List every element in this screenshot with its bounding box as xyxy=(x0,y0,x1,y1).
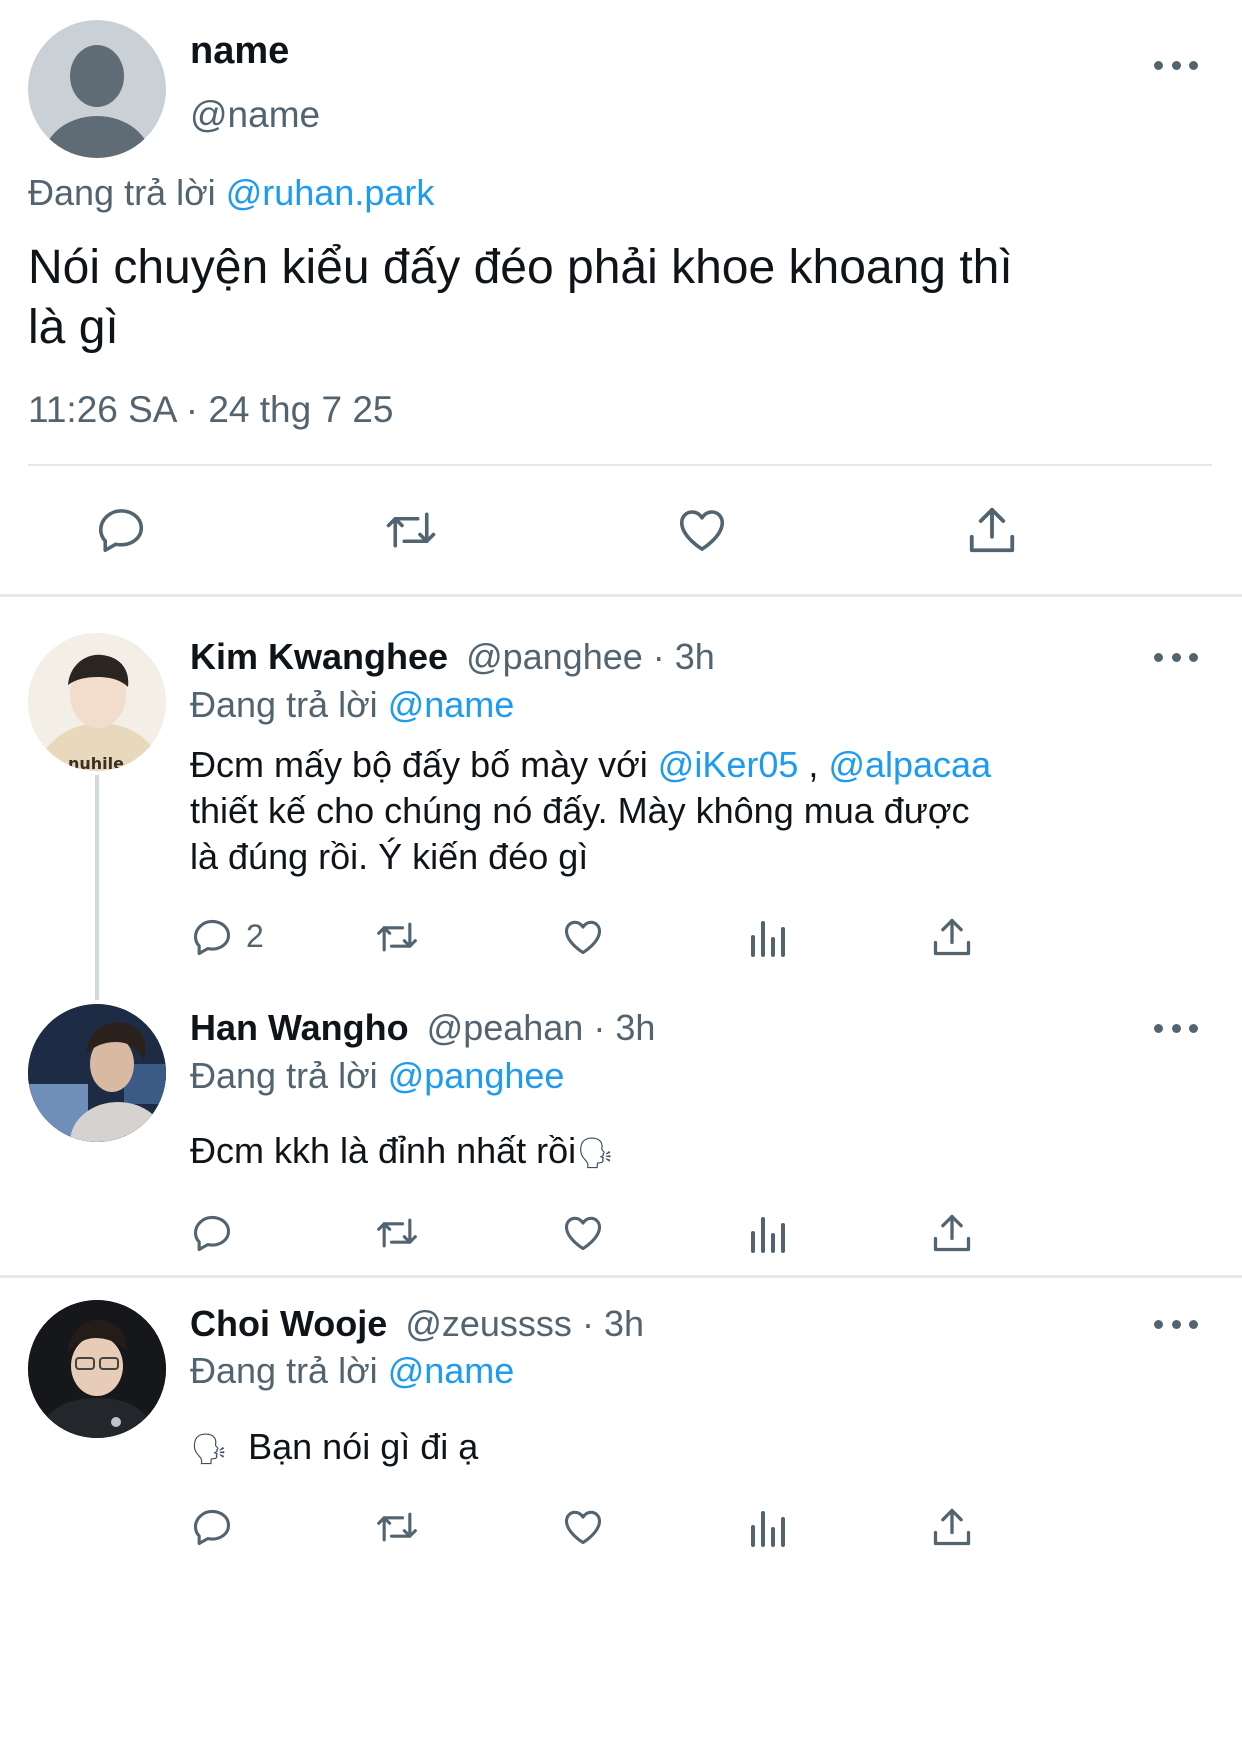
reply-count: 2 xyxy=(246,918,264,954)
tweet-text-line1: Nói chuyện kiểu đấy đéo phải khoe khoang… xyxy=(28,241,1013,294)
section-divider xyxy=(0,594,1242,597)
divider xyxy=(28,464,1212,466)
speaking-head-emoji: 🗣 xyxy=(190,1433,229,1466)
handle[interactable]: @zeussss xyxy=(405,1303,572,1344)
reply-text: Đcm kkh là đỉnh nhất rồi🗣 xyxy=(190,1130,614,1172)
handle[interactable]: @peahan xyxy=(427,1007,584,1048)
like-icon[interactable] xyxy=(560,1211,606,1255)
handle[interactable]: @name xyxy=(190,94,320,136)
avatar-default[interactable] xyxy=(28,20,166,158)
share-icon[interactable] xyxy=(930,1505,974,1549)
reply-text-line2: thiết kế cho chúng nó đấy. Mày không mua… xyxy=(190,790,970,831)
reply-to-mention[interactable]: @ruhan.park xyxy=(226,172,435,213)
reply-icon[interactable] xyxy=(190,1505,234,1549)
reply-prefix: Đang trả lời xyxy=(190,1055,378,1096)
reply-context: Đang trả lời @name xyxy=(190,1350,514,1392)
reply-text-line1: Đcm mấy bộ đấy bố mày với @iKer05 , @alp… xyxy=(190,744,991,786)
mention[interactable]: @alpacaa xyxy=(828,744,991,785)
time-ago[interactable]: · 3h xyxy=(653,636,715,677)
share-icon[interactable] xyxy=(930,915,974,959)
reply-icon[interactable] xyxy=(190,1211,234,1255)
reply-text-line3: là đúng rồi. Ý kiến đéo gì xyxy=(190,836,589,877)
reply-header: Han Wangho @peahan · 3h xyxy=(190,1007,655,1049)
reply-header: Kim Kwanghee @panghee · 3h xyxy=(190,636,715,678)
views-icon[interactable] xyxy=(747,915,787,959)
reply-prefix: Đang trả lời xyxy=(28,172,216,213)
display-name[interactable]: name xyxy=(190,30,289,73)
more-options-icon[interactable] xyxy=(1154,650,1198,664)
text-segment: Bạn nói gì đi ạ xyxy=(248,1426,479,1467)
reply-to-mention[interactable]: @name xyxy=(388,1350,515,1391)
timestamp[interactable]: 11:26 SA · 24 thg 7 25 xyxy=(28,389,393,431)
reply-to-mention[interactable]: @panghee xyxy=(388,1055,565,1096)
retweet-icon[interactable] xyxy=(372,915,422,959)
retweet-icon[interactable] xyxy=(381,503,441,557)
separator: , xyxy=(808,744,819,785)
share-icon[interactable] xyxy=(930,1211,974,1255)
reply-text: 🗣 Bạn nói gì đi ạ xyxy=(190,1426,478,1468)
reply-context: Đang trả lời @panghee xyxy=(190,1055,564,1097)
reply-prefix: Đang trả lời xyxy=(190,1350,378,1391)
time-ago[interactable]: · 3h xyxy=(593,1007,655,1048)
text-segment: Đcm mấy bộ đấy bố mày với xyxy=(190,744,648,785)
like-icon[interactable] xyxy=(560,915,606,959)
avatar[interactable]: nuhile xyxy=(28,633,166,771)
text-segment: Đcm kkh là đỉnh nhất rồi xyxy=(190,1130,577,1171)
time-ago[interactable]: · 3h xyxy=(582,1303,644,1344)
svg-text:nuhile: nuhile xyxy=(68,754,124,771)
tweet-text-line2: là gì xyxy=(28,301,119,354)
views-icon[interactable] xyxy=(747,1211,787,1255)
reply-to-mention[interactable]: @name xyxy=(388,684,515,725)
more-options-icon[interactable] xyxy=(1154,58,1198,72)
more-options-icon[interactable] xyxy=(1154,1317,1198,1331)
reply-header: Choi Wooje @zeussss · 3h xyxy=(190,1303,644,1345)
more-options-icon[interactable] xyxy=(1154,1021,1198,1035)
default-avatar-icon xyxy=(43,45,151,158)
thread-line xyxy=(95,775,99,1000)
like-icon[interactable] xyxy=(674,503,730,557)
display-name[interactable]: Kim Kwanghee xyxy=(190,636,448,677)
speaking-head-emoji: 🗣 xyxy=(576,1137,615,1170)
retweet-icon[interactable] xyxy=(372,1211,422,1255)
section-divider xyxy=(0,1275,1242,1278)
like-icon[interactable] xyxy=(560,1505,606,1549)
avatar[interactable] xyxy=(28,1300,166,1438)
handle[interactable]: @panghee xyxy=(466,636,643,677)
mention[interactable]: @iKer05 xyxy=(658,744,799,785)
reply-icon[interactable] xyxy=(190,915,234,959)
reply-context: Đang trả lời @ruhan.park xyxy=(28,172,434,214)
views-icon[interactable] xyxy=(747,1505,787,1549)
display-name[interactable]: Han Wangho xyxy=(190,1007,409,1048)
avatar[interactable] xyxy=(28,1004,166,1142)
reply-context: Đang trả lời @name xyxy=(190,684,514,726)
retweet-icon[interactable] xyxy=(372,1505,422,1549)
display-name[interactable]: Choi Wooje xyxy=(190,1303,387,1344)
reply-icon[interactable] xyxy=(94,503,148,557)
share-icon[interactable] xyxy=(965,503,1019,557)
reply-prefix: Đang trả lời xyxy=(190,684,378,725)
